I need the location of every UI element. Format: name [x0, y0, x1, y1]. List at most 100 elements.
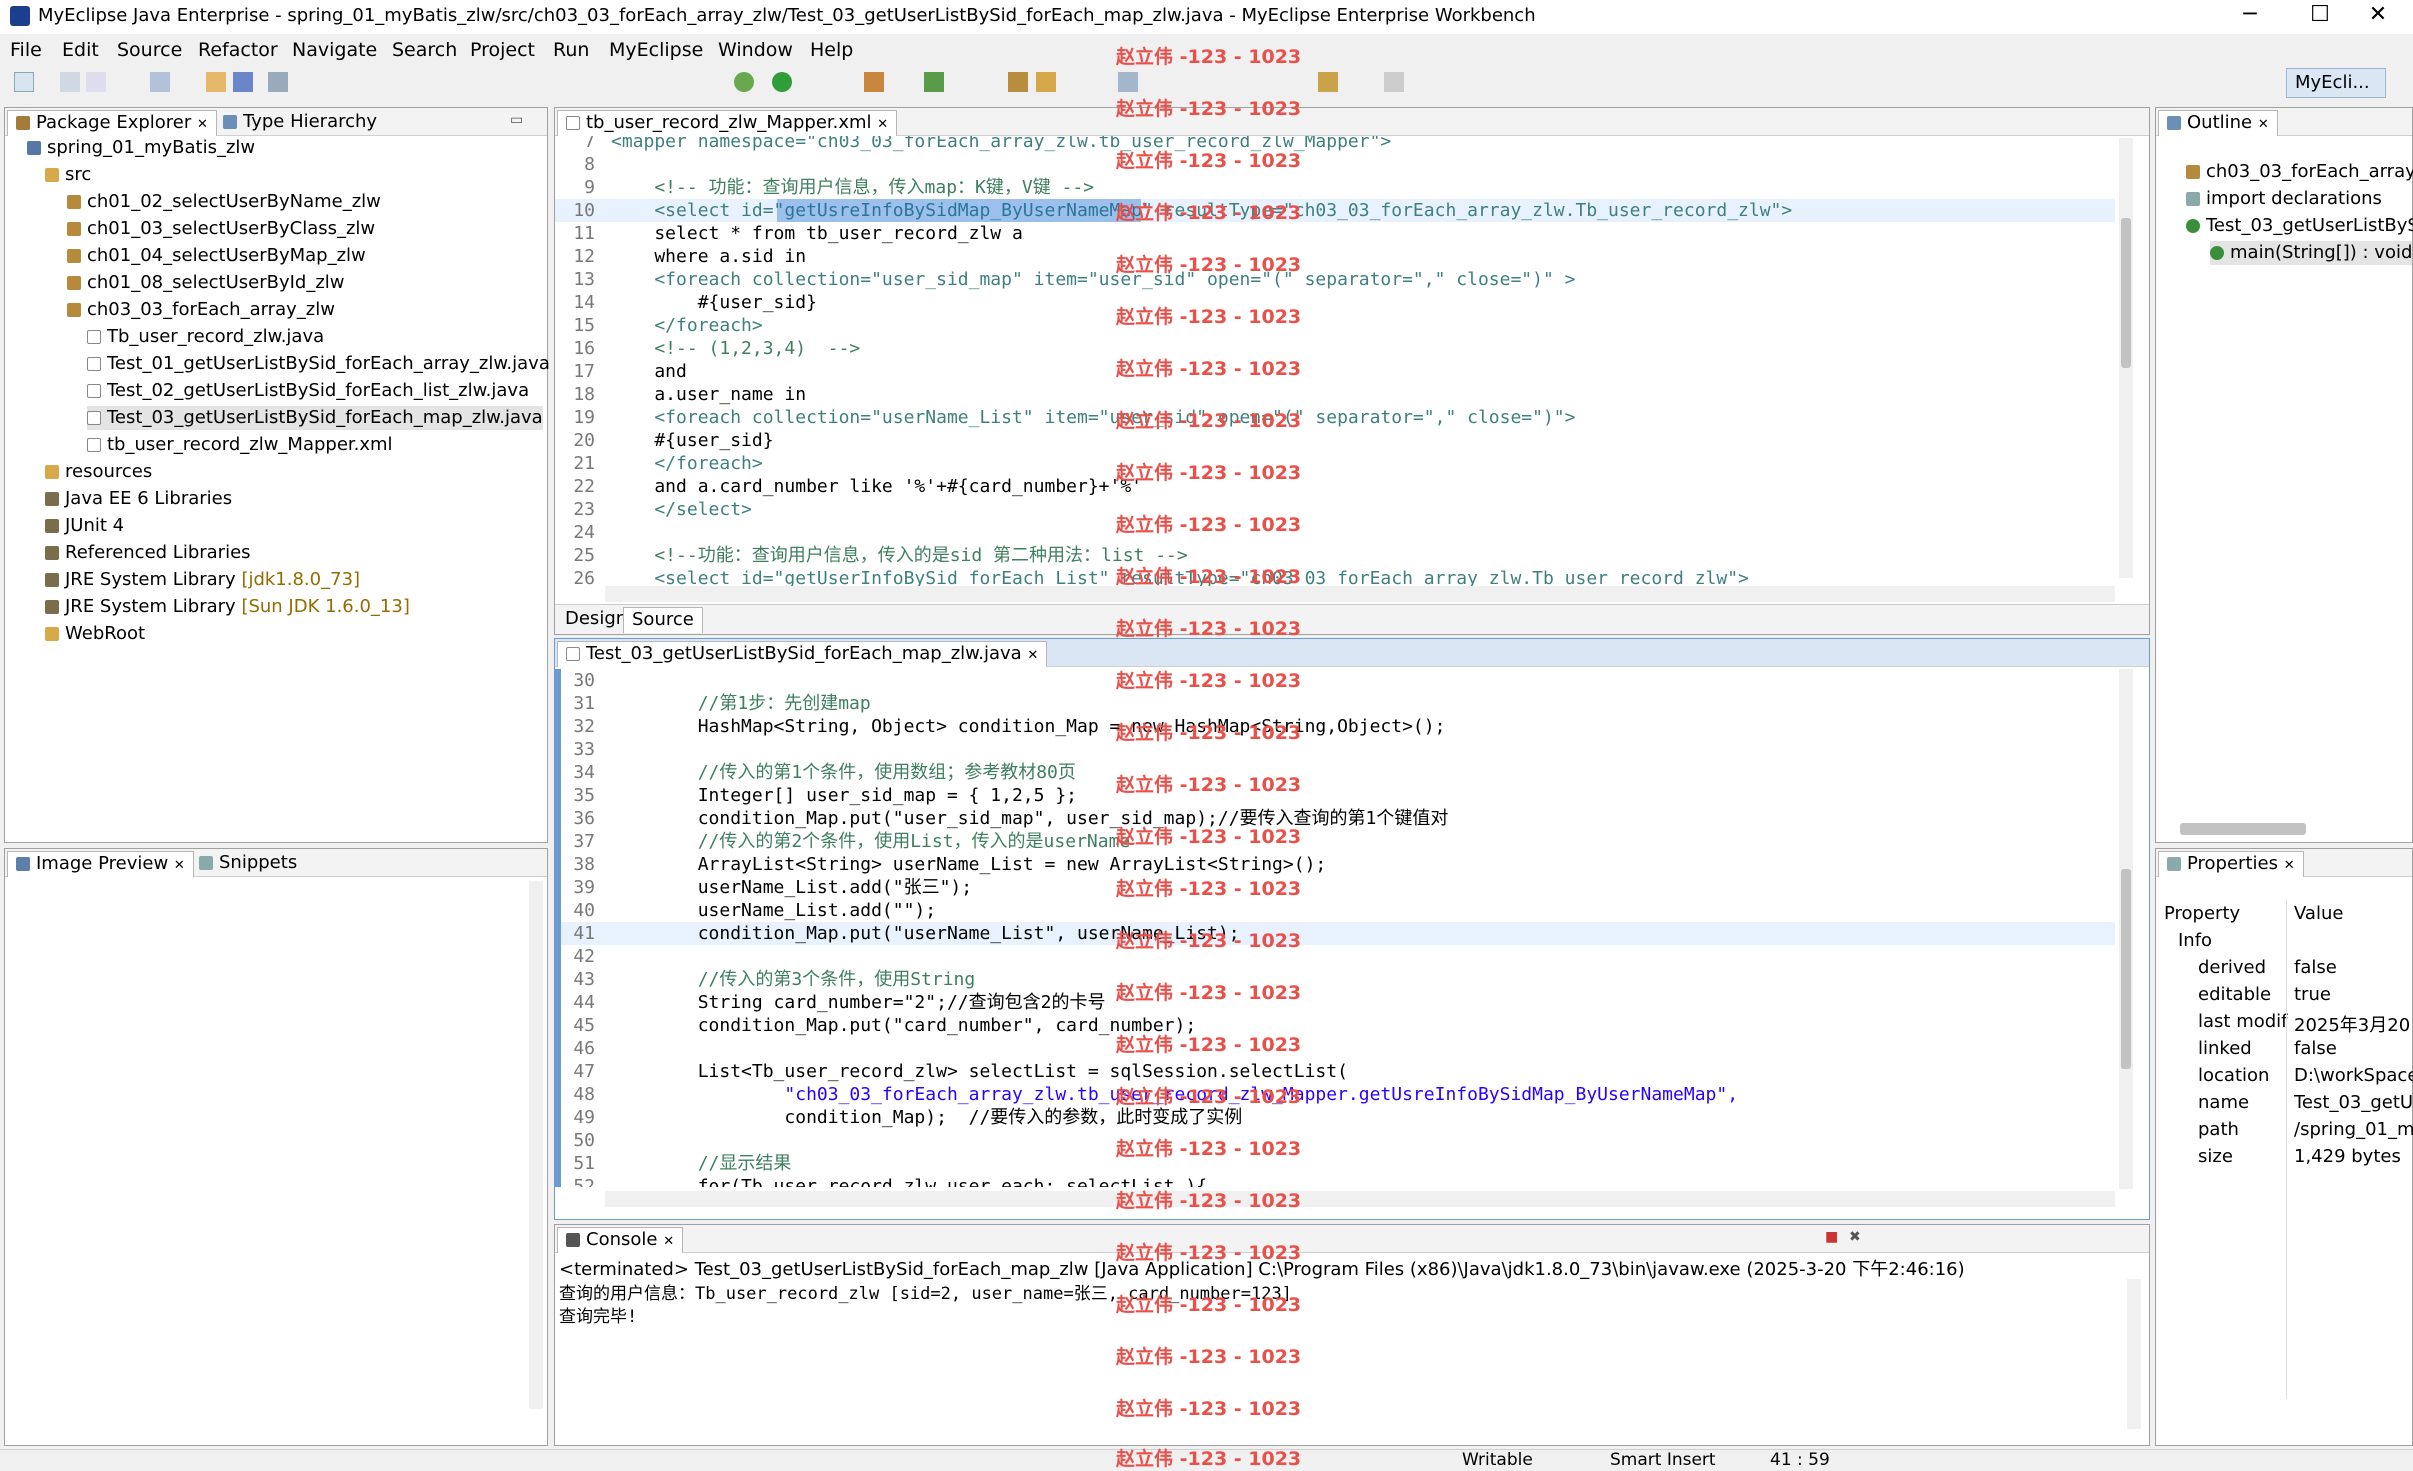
vertical-scrollbar[interactable]	[2119, 138, 2133, 578]
properties-icon	[2167, 857, 2181, 871]
menu-edit[interactable]: Edit	[62, 39, 99, 61]
menu-run[interactable]: Run	[553, 39, 589, 61]
tree-item-file-selected[interactable]: Test_03_getUserListBySid_forEach_map_zlw…	[87, 406, 543, 430]
menu-source[interactable]: Source	[117, 39, 182, 61]
vertical-scrollbar[interactable]	[2119, 669, 2133, 1189]
new-class-icon[interactable]	[924, 72, 944, 92]
scroll-thumb[interactable]	[2121, 869, 2131, 1069]
open-type-icon[interactable]	[1008, 72, 1028, 92]
vertical-scrollbar[interactable]	[2127, 1279, 2141, 1429]
tree-item-library[interactable]: JRE System Library [jdk1.8.0_73]	[45, 568, 360, 592]
deploy-icon[interactable]	[150, 72, 170, 92]
menu-myeclipse[interactable]: MyEclipse	[609, 39, 703, 61]
menu-file[interactable]: File	[10, 39, 42, 61]
tab-image-preview[interactable]: Image Preview ✕	[7, 851, 194, 877]
horizontal-scrollbar[interactable]	[2180, 823, 2306, 835]
tree-item-file[interactable]: tb_user_record_zlw_Mapper.xml	[87, 433, 393, 457]
mark-occurrences-icon[interactable]	[1118, 72, 1138, 92]
tab-java-file[interactable]: Test_03_getUserListBySid_forEach_map_zlw…	[557, 641, 1048, 667]
server2-icon[interactable]	[233, 72, 253, 92]
watermark-text: 赵立伟 -123 - 1023	[1116, 670, 1302, 692]
property-value[interactable]: false	[2294, 1038, 2337, 1059]
tab-package-explorer[interactable]: Package Explorer ✕	[7, 110, 217, 136]
xml-file-icon	[566, 116, 580, 130]
web-icon[interactable]	[268, 72, 288, 92]
forward-icon[interactable]	[1384, 72, 1404, 92]
close-icon[interactable]: ✕	[174, 858, 185, 873]
print-icon[interactable]	[86, 72, 106, 92]
minimize-icon[interactable]: ▭	[510, 112, 523, 128]
property-key: editable	[2198, 984, 2272, 1005]
tree-item-package[interactable]: ch03_03_forEach_array_zlw	[67, 298, 335, 322]
menu-project[interactable]: Project	[470, 39, 535, 61]
tree-item-library[interactable]: Java EE 6 Libraries	[45, 487, 232, 511]
close-icon[interactable]: ✕	[197, 117, 208, 132]
java-code-area[interactable]: 30 31 //第1步：先创建map 32 HashMap<String, Ob…	[555, 669, 2115, 1187]
property-value[interactable]: D:\workSpace	[2294, 1065, 2413, 1086]
remove-launch-icon[interactable]: ✖	[1849, 1229, 1861, 1245]
imports-icon	[2186, 192, 2200, 206]
tab-mapper-xml[interactable]: tb_user_record_zlw_Mapper.xml ✕	[557, 110, 898, 136]
outline-item-method[interactable]: main(String[]) : void	[2210, 241, 2413, 265]
scroll-thumb[interactable]	[2121, 218, 2131, 368]
tab-source[interactable]: Source	[623, 607, 703, 633]
menu-help[interactable]: Help	[810, 39, 853, 61]
tree-item-library[interactable]: Referenced Libraries	[45, 541, 251, 565]
debug-icon[interactable]	[734, 72, 754, 92]
menu-search[interactable]: Search	[392, 39, 457, 61]
property-value[interactable]: 1,429 bytes	[2294, 1146, 2401, 1167]
close-icon[interactable]: ✕	[1027, 648, 1038, 663]
tab-outline[interactable]: Outline ✕	[2158, 110, 2278, 136]
tree-item-package[interactable]: ch01_08_selectUserById_zlw	[67, 271, 345, 295]
tree-item-webroot[interactable]: WebRoot	[45, 622, 145, 646]
menu-navigate[interactable]: Navigate	[292, 39, 377, 61]
new-icon[interactable]	[14, 72, 34, 92]
run-icon[interactable]	[772, 72, 792, 92]
outline-item-imports[interactable]: import declarations	[2186, 187, 2382, 211]
tab-console[interactable]: Console ✕	[557, 1227, 684, 1253]
tree-item-file[interactable]: Test_01_getUserListBySid_forEach_array_z…	[87, 352, 550, 376]
close-button[interactable]: ✕	[2343, 0, 2413, 34]
outline-item-class[interactable]: Test_03_getUserListBySi	[2186, 214, 2413, 238]
java-editor-panel: Test_03_getUserListBySid_forEach_map_zlw…	[554, 638, 2150, 1220]
scrollbar[interactable]	[529, 881, 543, 1409]
tree-item-file[interactable]: Test_02_getUserListBySid_forEach_list_zl…	[87, 379, 529, 403]
tab-type-hierarchy[interactable]: Type Hierarchy	[215, 110, 385, 136]
tab-properties[interactable]: Properties ✕	[2158, 851, 2304, 877]
tab-snippets[interactable]: Snippets	[191, 851, 305, 877]
external-tools-icon[interactable]	[864, 72, 884, 92]
property-value[interactable]: false	[2294, 957, 2337, 978]
property-value[interactable]: Test_03_getUs	[2294, 1092, 2413, 1113]
tree-item-library[interactable]: JRE System Library [Sun JDK 1.6.0_13]	[45, 595, 410, 619]
tree-item-resources[interactable]: resources	[45, 460, 152, 484]
tree-item-library[interactable]: JUnit 4	[45, 514, 124, 538]
menu-refactor[interactable]: Refactor	[198, 39, 278, 61]
watermark-text: 赵立伟 -123 - 1023	[1116, 98, 1302, 120]
server-icon[interactable]	[206, 72, 226, 92]
terminate-icon[interactable]: ■	[1825, 1229, 1838, 1245]
tree-item-package[interactable]: ch01_04_selectUserByMap_zlw	[67, 244, 366, 268]
property-value[interactable]: 2025年3月20日	[2294, 1011, 2413, 1037]
menu-window[interactable]: Window	[718, 39, 793, 61]
minimize-button[interactable]: ─	[2215, 0, 2285, 34]
close-icon[interactable]: ✕	[2258, 117, 2269, 132]
status-writable: Writable	[1462, 1450, 1533, 1470]
tree-item-project[interactable]: spring_01_myBatis_zlw	[27, 136, 255, 160]
property-key: location	[2198, 1065, 2270, 1086]
save-icon[interactable]	[60, 72, 80, 92]
close-icon[interactable]: ✕	[663, 1234, 674, 1249]
outline-item-package[interactable]: ch03_03_forEach_array	[2186, 160, 2413, 184]
property-value[interactable]: /spring_01_my	[2294, 1119, 2413, 1140]
tree-item-src[interactable]: src	[45, 163, 91, 187]
horizontal-scrollbar[interactable]	[605, 586, 2115, 602]
tree-item-package[interactable]: ch01_02_selectUserByName_zlw	[67, 190, 381, 214]
tree-item-file[interactable]: Tb_user_record_zlw.java	[87, 325, 324, 349]
close-icon[interactable]: ✕	[2284, 858, 2295, 873]
horizontal-scrollbar[interactable]	[605, 1191, 2115, 1207]
close-icon[interactable]: ✕	[877, 117, 888, 132]
property-value[interactable]: true	[2294, 984, 2331, 1005]
back-icon[interactable]	[1318, 72, 1338, 92]
search-icon[interactable]	[1036, 72, 1056, 92]
perspective-myeclipse[interactable]: MyEcli...	[2286, 68, 2386, 98]
tree-item-package[interactable]: ch01_03_selectUserByClass_zlw	[67, 217, 375, 241]
